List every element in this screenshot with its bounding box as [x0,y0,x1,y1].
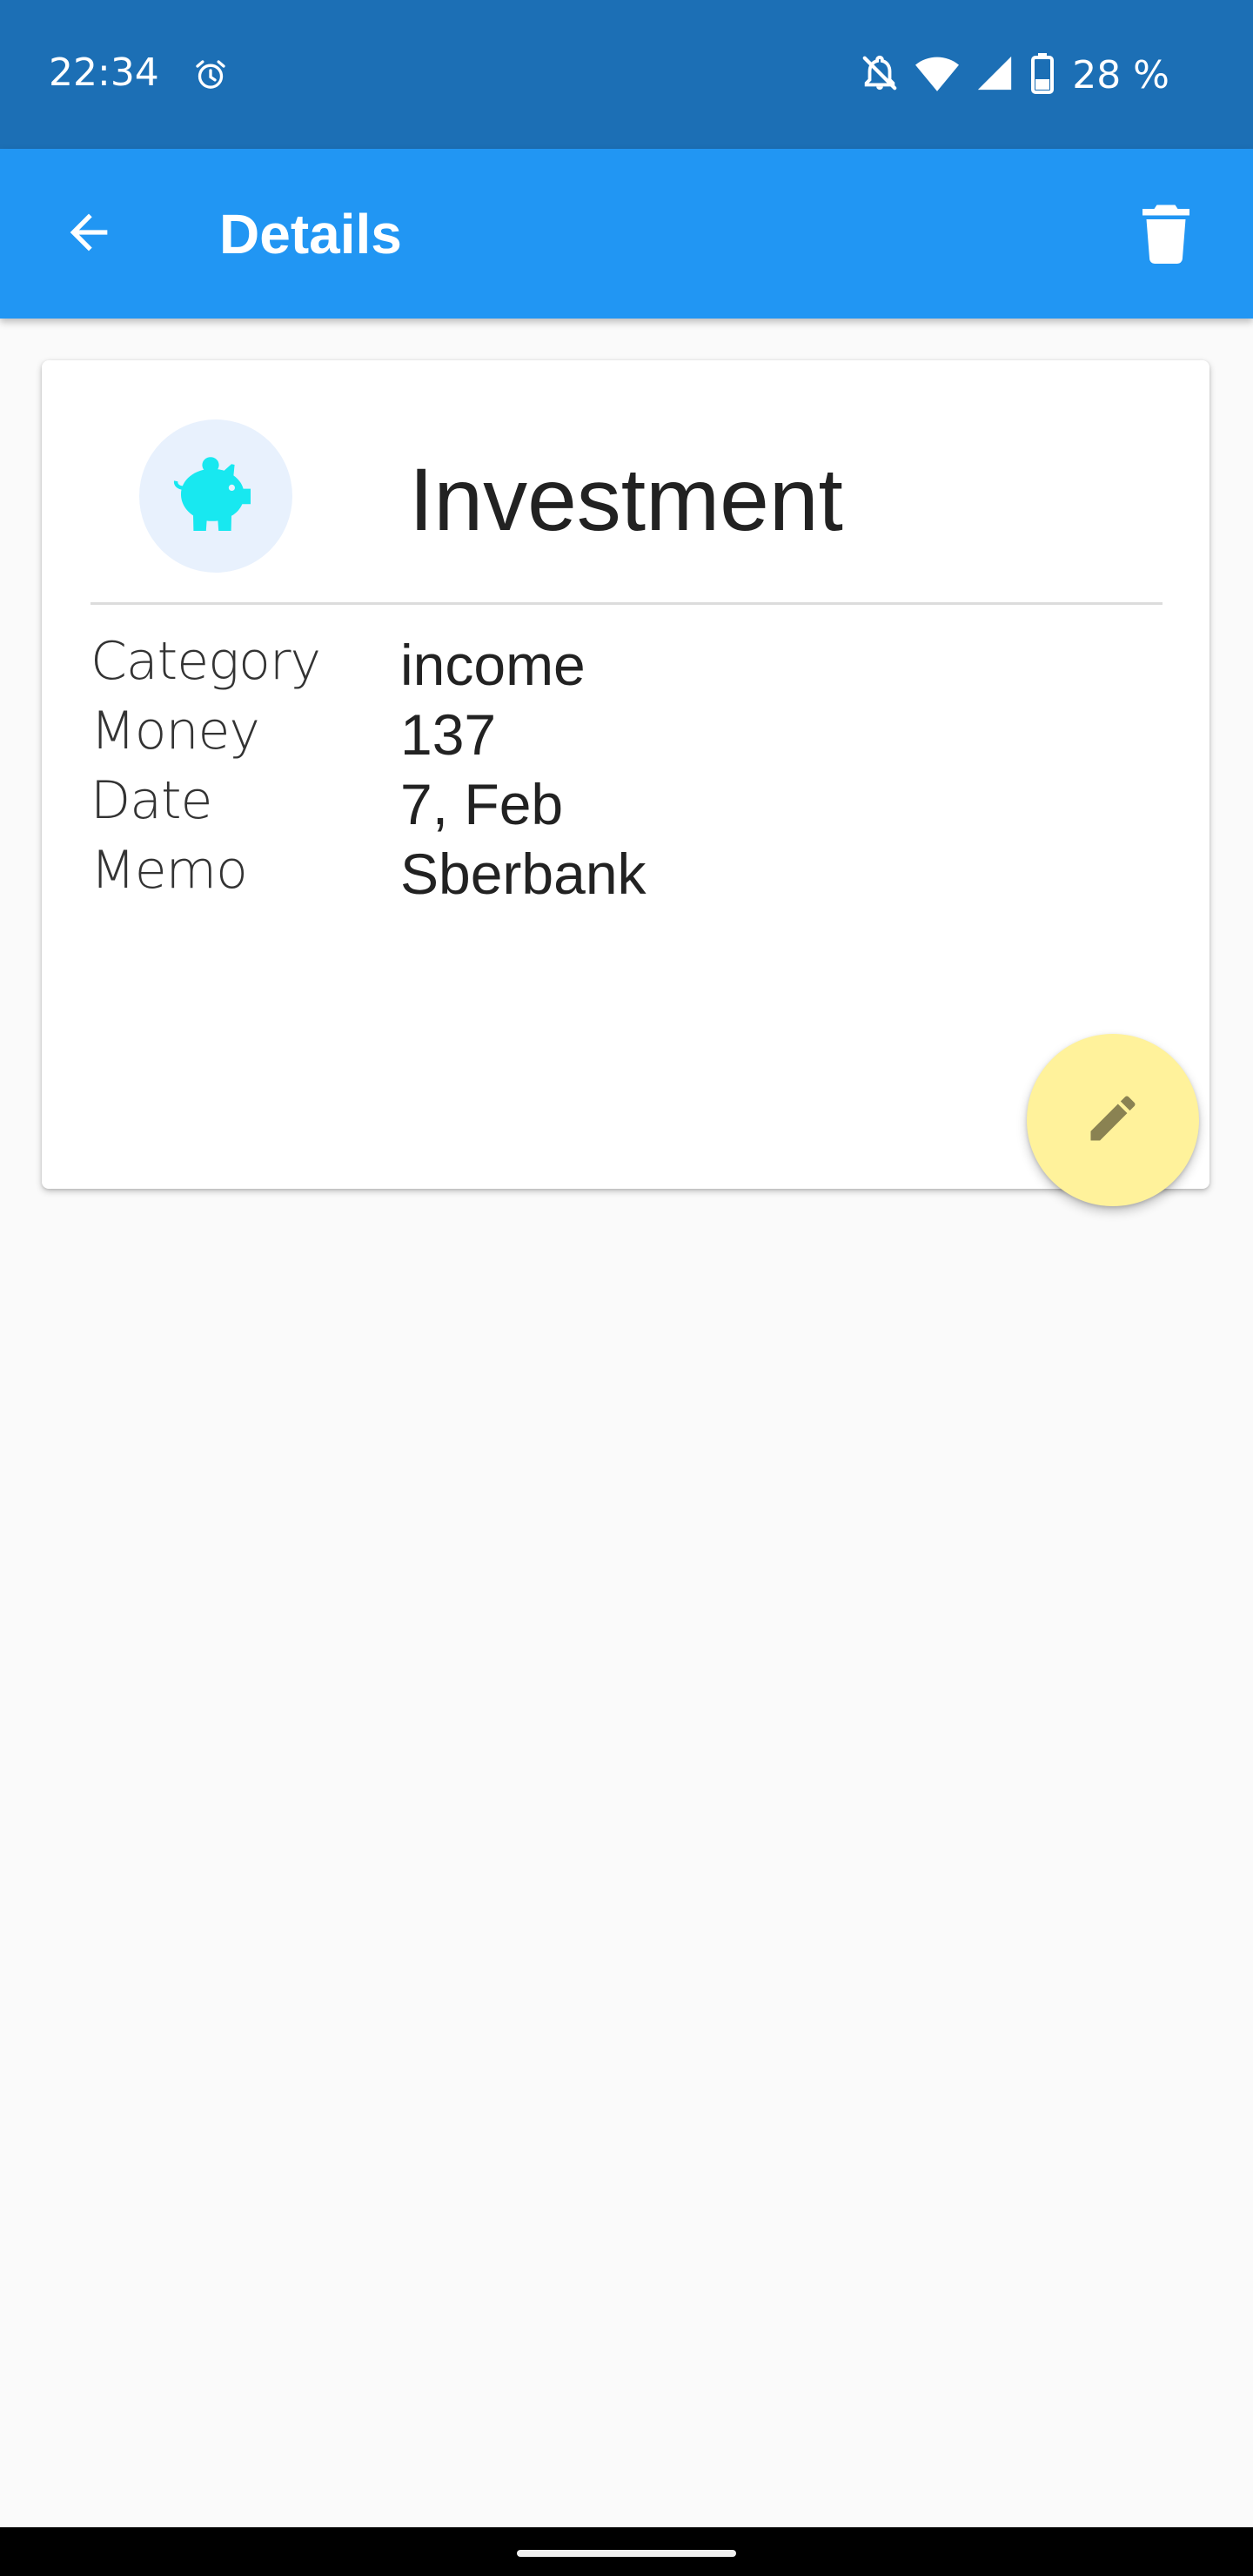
status-icons: 28 % [860,49,1169,101]
trash-icon [1140,201,1192,268]
detail-label: Category [90,631,321,692]
piggy-bank-icon [171,454,261,539]
details-screen: 22:34 28 % Details Investment Category i… [0,0,1253,2576]
detail-label: Date [90,770,212,831]
edit-button[interactable] [1027,1034,1199,1206]
pencil-icon [1083,1089,1142,1152]
divider [90,602,1163,605]
home-gesture-handle[interactable] [517,2550,736,2557]
category-avatar [139,419,292,573]
detail-value: Sberbank [400,842,647,906]
back-button[interactable] [47,192,131,276]
detail-value: income [400,633,586,697]
app-bar: Details [0,149,1253,319]
detail-value: 137 [400,702,497,767]
battery-percent: 28 % [1072,52,1169,97]
status-bar: 22:34 28 % [0,0,1253,149]
alarm-icon [193,57,228,92]
cell-signal-icon [975,53,1015,97]
detail-label: Money [90,701,260,761]
arrow-back-icon [61,205,117,265]
delete-button[interactable] [1124,192,1208,276]
battery-icon [1030,52,1055,98]
notifications-off-icon [860,53,900,97]
detail-label: Memo [90,840,248,901]
wifi-icon [915,53,960,97]
detail-card: Investment Category income Money 137 Dat… [42,360,1209,1189]
status-time: 22:34 [49,50,159,95]
navigation-bar [0,2527,1253,2576]
transaction-title: Investment [409,450,843,549]
detail-value: 7, Feb [400,772,564,836]
page-title: Details [219,203,402,265]
